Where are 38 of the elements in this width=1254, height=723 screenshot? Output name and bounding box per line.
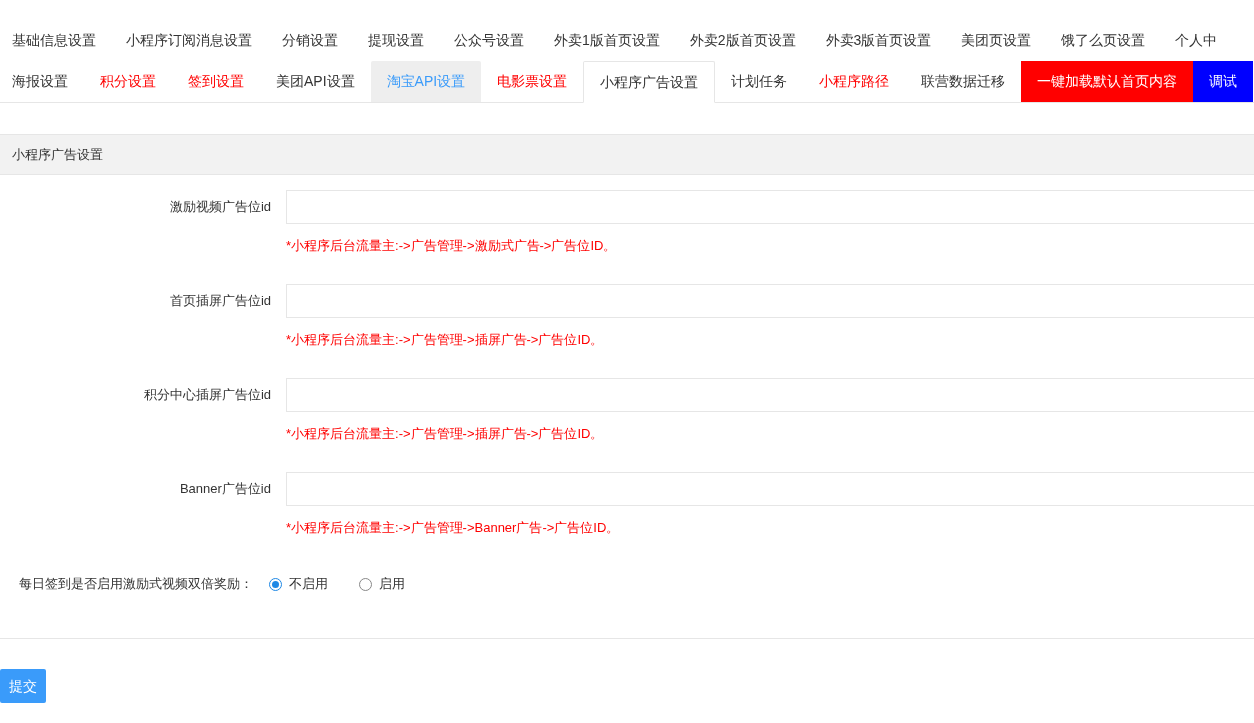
tab[interactable]: 计划任务 bbox=[715, 61, 804, 102]
hint-text: *小程序后台流量主:->广告管理->激励式广告->广告位ID。 bbox=[286, 237, 618, 255]
tab[interactable]: 小程序订阅消息设置 bbox=[111, 20, 267, 61]
tab[interactable]: 饿了么页设置 bbox=[1046, 20, 1161, 61]
field-label: 首页插屏广告位id bbox=[168, 292, 271, 311]
tab[interactable]: 电影票设置 bbox=[481, 61, 584, 102]
hint-text: *小程序后台流量主:->广告管理->Banner广告->广告位ID。 bbox=[286, 519, 621, 537]
panel-title: 小程序广告设置 bbox=[11, 145, 103, 164]
input-field[interactable] bbox=[286, 472, 1254, 506]
tab[interactable]: 一键加载默认首页内容 bbox=[1021, 61, 1194, 102]
tab[interactable]: 签到设置 bbox=[172, 61, 260, 102]
tab[interactable]: 积分设置 bbox=[84, 61, 172, 102]
tab[interactable]: 个人中 bbox=[1160, 20, 1233, 61]
tab[interactable]: 提现设置 bbox=[353, 20, 439, 61]
tab[interactable]: 联营数据迁移 bbox=[905, 61, 1022, 102]
tab[interactable]: 外卖1版首页设置 bbox=[539, 20, 675, 61]
tab[interactable]: 海报设置 bbox=[0, 61, 84, 102]
tab[interactable]: 小程序路径 bbox=[803, 61, 906, 102]
radio-label: 每日签到是否启用激励式视频双倍奖励： bbox=[18, 575, 253, 594]
tab[interactable]: 外卖3版首页设置 bbox=[810, 20, 947, 61]
hint-text: *小程序后台流量主:->广告管理->插屏广告->广告位ID。 bbox=[286, 331, 605, 349]
hint-text: *小程序后台流量主:->广告管理->插屏广告->广告位ID。 bbox=[286, 425, 605, 443]
radio-option-label: 启用 bbox=[379, 575, 405, 594]
tab[interactable]: 调试 bbox=[1193, 61, 1254, 102]
tab[interactable]: 公众号设置 bbox=[439, 20, 539, 61]
tab[interactable]: 小程序广告设置 bbox=[583, 61, 716, 103]
field-label: 激励视频广告位id bbox=[168, 198, 271, 217]
tab[interactable]: 分销设置 bbox=[267, 20, 353, 61]
tab[interactable]: 外卖2版首页设置 bbox=[674, 20, 811, 61]
tab[interactable]: 美团页设置 bbox=[946, 20, 1047, 61]
tab[interactable]: 基础信息设置 bbox=[0, 20, 111, 61]
radio-option-label: 不启用 bbox=[289, 575, 328, 594]
tab[interactable]: 美团API设置 bbox=[260, 61, 371, 102]
field-label: 积分中心插屏广告位id bbox=[142, 386, 271, 405]
input-field[interactable] bbox=[286, 284, 1254, 318]
field-label: Banner广告位id bbox=[178, 480, 271, 499]
input-field[interactable] bbox=[286, 190, 1254, 224]
input-field[interactable] bbox=[286, 378, 1254, 412]
